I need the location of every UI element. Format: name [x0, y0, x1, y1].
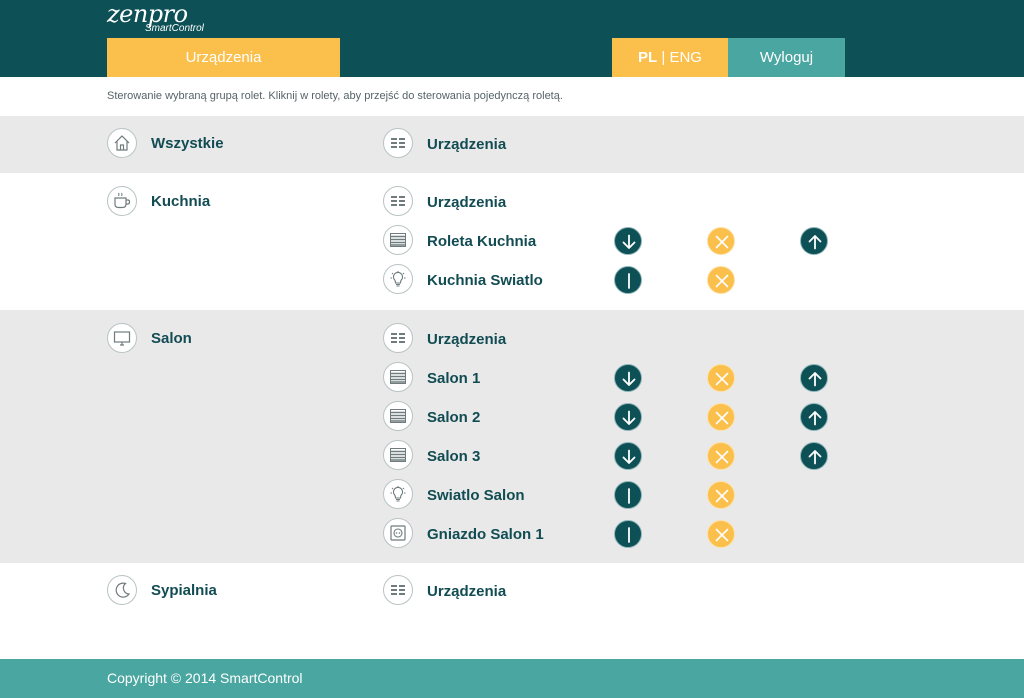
blind-stop-button[interactable] — [707, 402, 736, 432]
power-on-icon — [615, 267, 643, 295]
device-link-swiatlo-salon[interactable]: Swiatlo Salon — [427, 487, 525, 505]
power-off-button[interactable] — [707, 480, 736, 510]
header-bar: zenpro SmartControl Urządzenia PL | ENG … — [0, 0, 1024, 77]
cup-icon-badge — [107, 186, 137, 217]
power-on-button[interactable] — [614, 266, 643, 295]
arrow-up-icon — [801, 404, 829, 432]
arrow-down-icon — [615, 228, 643, 256]
devices-icon-badge — [383, 186, 413, 217]
close-icon — [708, 267, 736, 295]
devices-icon — [384, 129, 412, 157]
devices-icon — [384, 576, 412, 604]
device-link-urz-dzenia[interactable]: Urządzenia — [427, 331, 506, 349]
arrow-down-icon — [615, 404, 643, 432]
power-on-button[interactable] — [614, 480, 643, 510]
blind-icon-badge — [383, 400, 413, 431]
blind-icon-badge — [383, 439, 413, 470]
power-off-button[interactable] — [707, 519, 736, 549]
blind-stop-button[interactable] — [707, 227, 736, 256]
nav-devices-button[interactable]: Urządzenia — [107, 38, 340, 77]
device-link-urz-dzenia[interactable]: Urządzenia — [427, 194, 506, 212]
close-icon — [708, 365, 736, 393]
house-icon-badge — [107, 128, 137, 159]
logo-sub-text: SmartControl — [145, 23, 204, 34]
logout-button[interactable]: Wyloguj — [728, 38, 845, 77]
devices-icon — [384, 324, 412, 352]
moon-icon — [108, 576, 136, 604]
socket-icon-badge — [383, 517, 413, 548]
lang-pl-link[interactable]: PL — [638, 49, 657, 66]
power-on-button[interactable] — [614, 519, 643, 549]
blind-up-button[interactable] — [800, 402, 829, 432]
lang-eng-link[interactable]: ENG — [669, 49, 702, 66]
copyright-text: Copyright © 2014 SmartControl — [107, 670, 303, 686]
blind-down-button[interactable] — [614, 402, 643, 432]
arrow-up-icon — [801, 228, 829, 256]
power-on-icon — [615, 482, 643, 510]
close-icon — [708, 521, 736, 549]
arrow-up-icon — [801, 365, 829, 393]
blind-down-button[interactable] — [614, 227, 643, 256]
bulb-icon-badge — [383, 478, 413, 509]
blind-icon — [384, 402, 412, 430]
devices-icon-badge — [383, 323, 413, 354]
device-link-salon-1[interactable]: Salon 1 — [427, 370, 480, 388]
close-icon — [708, 228, 736, 256]
device-link-salon-3[interactable]: Salon 3 — [427, 448, 480, 466]
arrow-down-icon — [615, 365, 643, 393]
group-link-salon[interactable]: Salon — [151, 330, 192, 348]
close-icon — [708, 443, 736, 471]
device-link-urz-dzenia[interactable]: Urządzenia — [427, 583, 506, 601]
moon-icon-badge — [107, 575, 137, 606]
blind-icon-badge — [383, 361, 413, 392]
cup-icon — [108, 187, 136, 215]
blind-icon — [384, 441, 412, 469]
blind-down-button[interactable] — [614, 441, 643, 471]
blind-up-button[interactable] — [800, 363, 829, 393]
group-link-kuchnia[interactable]: Kuchnia — [151, 193, 210, 211]
group-link-sypialnia[interactable]: Sypialnia — [151, 582, 217, 600]
zenpro-logo[interactable]: zenpro SmartControl — [107, 0, 217, 36]
footer-bar: Copyright © 2014 SmartControl — [0, 659, 1024, 698]
device-link-gniazdo-salon-1[interactable]: Gniazdo Salon 1 — [427, 526, 544, 544]
tv-icon — [108, 324, 136, 352]
group-link-wszystkie[interactable]: Wszystkie — [151, 135, 224, 153]
arrow-up-icon — [801, 443, 829, 471]
close-icon — [708, 482, 736, 510]
power-on-icon — [615, 521, 643, 549]
device-link-kuchnia-swiatlo[interactable]: Kuchnia Swiatlo — [427, 272, 543, 290]
bulb-icon — [384, 265, 412, 293]
blind-stop-button[interactable] — [707, 363, 736, 393]
socket-icon — [384, 519, 412, 547]
blind-icon — [384, 226, 412, 254]
tv-icon-badge — [107, 323, 137, 354]
device-link-salon-2[interactable]: Salon 2 — [427, 409, 480, 427]
blind-icon-badge — [383, 225, 413, 256]
blind-stop-button[interactable] — [707, 441, 736, 471]
blind-down-button[interactable] — [614, 363, 643, 393]
blind-up-button[interactable] — [800, 441, 829, 471]
blind-up-button[interactable] — [800, 227, 829, 256]
device-link-roleta-kuchnia[interactable]: Roleta Kuchnia — [427, 233, 536, 251]
devices-icon-badge — [383, 575, 413, 606]
blind-icon — [384, 363, 412, 391]
close-icon — [708, 404, 736, 432]
instruction-text: Sterowanie wybraną grupą rolet. Kliknij … — [107, 90, 563, 102]
power-off-button[interactable] — [707, 266, 736, 295]
devices-icon — [384, 187, 412, 215]
lang-separator: | — [657, 49, 670, 66]
house-icon — [108, 129, 136, 157]
language-switcher: PL | ENG — [612, 38, 728, 77]
bulb-icon — [384, 480, 412, 508]
device-link-urz-dzenia[interactable]: Urządzenia — [427, 136, 506, 154]
devices-icon-badge — [383, 128, 413, 159]
arrow-down-icon — [615, 443, 643, 471]
bulb-icon-badge — [383, 264, 413, 295]
